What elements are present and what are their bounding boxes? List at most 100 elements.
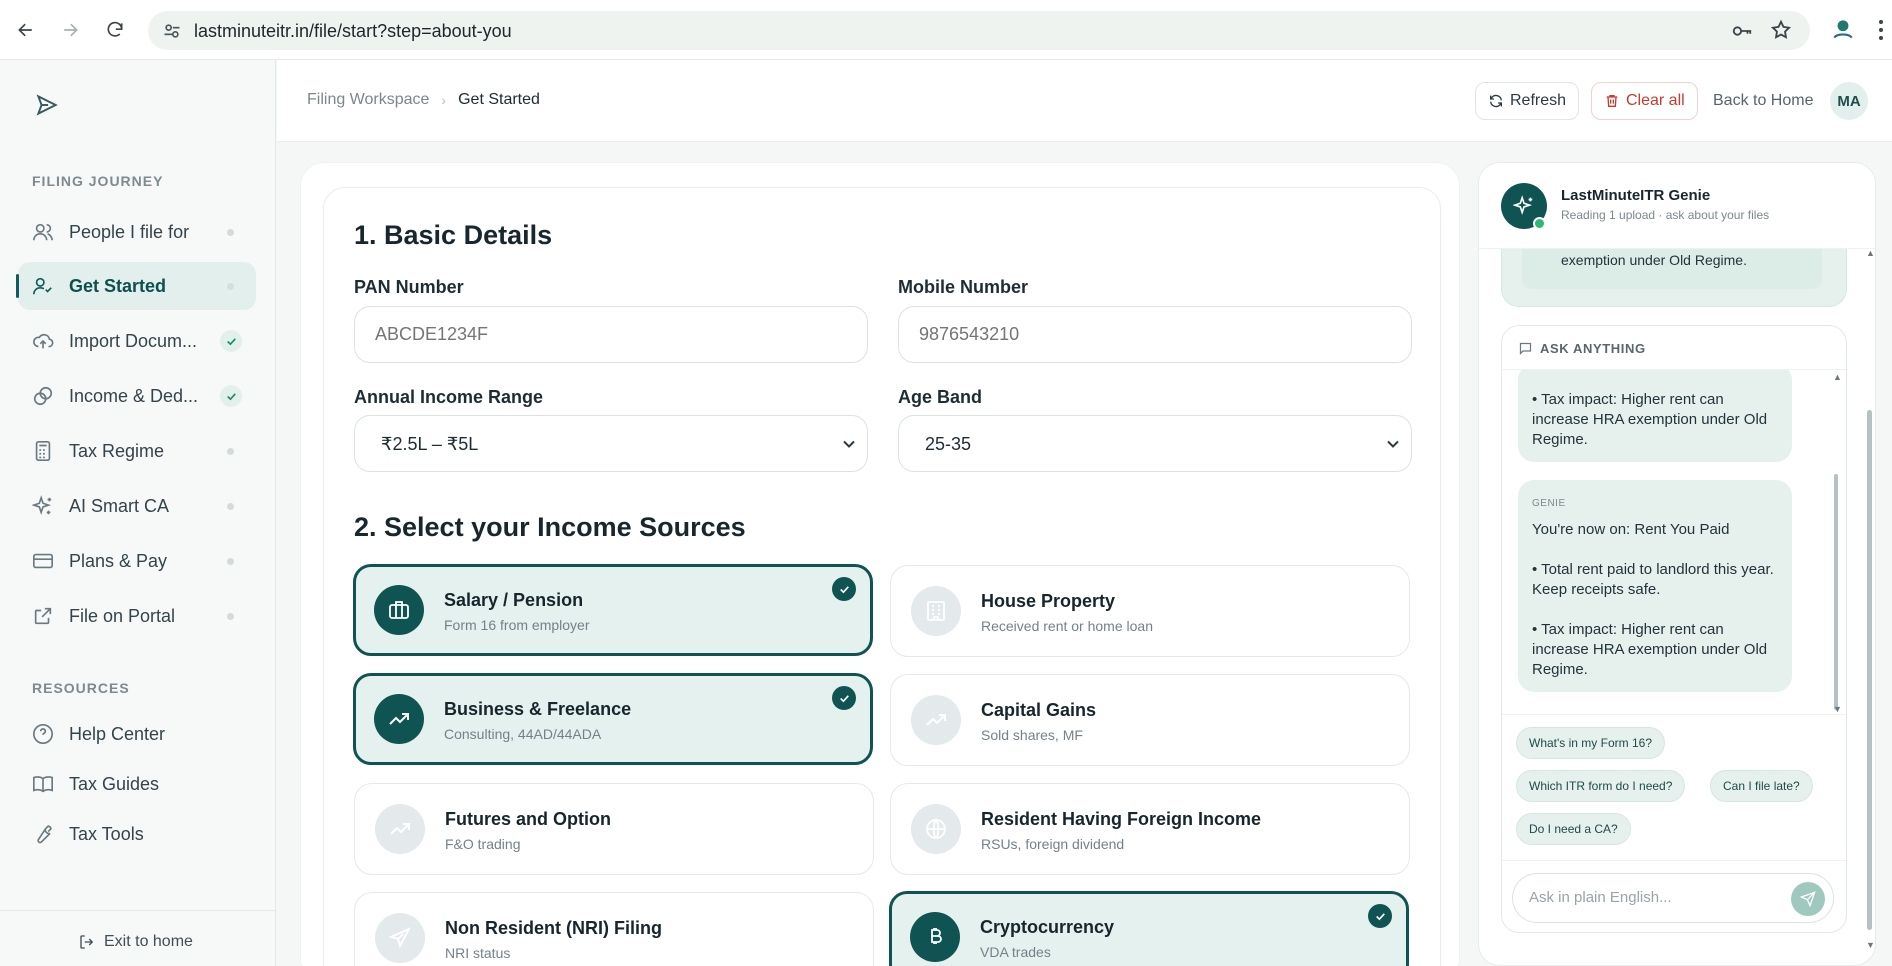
pan-input[interactable]	[354, 306, 868, 363]
sidebar-item-get-started[interactable]: Get Started	[16, 262, 256, 310]
source-title: Salary / Pension	[444, 590, 584, 610]
genie-status: Reading 1 upload · ask about your files	[1561, 208, 1770, 222]
key-icon[interactable]	[1730, 20, 1754, 42]
source-title: House Property	[981, 591, 1116, 611]
age-band-select[interactable]: 25-35	[898, 415, 1412, 472]
scroll-down-icon[interactable]: ▼	[1866, 940, 1875, 950]
message-list[interactable]: • Tax impact: Higher rent can increase H…	[1502, 370, 1846, 714]
sidebar-item-label: Import Docum...	[69, 331, 198, 351]
help-icon	[33, 724, 53, 744]
message-text: • Tax impact: Higher rent can increase H…	[1532, 391, 1768, 448]
message-text: • Tax impact: Higher rent can increase H…	[1532, 621, 1768, 678]
reload-icon[interactable]	[99, 14, 131, 46]
source-card-house-property[interactable]: House Property Received rent or home loa…	[890, 565, 1410, 657]
plane-icon	[375, 913, 425, 963]
source-subtitle: VDA trades	[980, 944, 1051, 960]
back-icon[interactable]	[10, 14, 42, 46]
sidebar-item-label: Get Started	[69, 276, 167, 296]
check-icon	[1368, 904, 1392, 928]
chevron-right-icon: ›	[441, 92, 447, 108]
back-to-home-link[interactable]: Back to Home	[1713, 92, 1813, 110]
source-subtitle: Form 16 from employer	[444, 617, 590, 633]
source-title: Capital Gains	[981, 700, 1097, 720]
genie-name: LastMinuteITR Genie	[1561, 187, 1711, 204]
address-bar[interactable]: lastminuteitr.in/file/start?step=about-y…	[148, 11, 1810, 50]
url-text[interactable]: lastminuteitr.in/file/start?step=about-y…	[194, 21, 512, 42]
source-card-foreign-income[interactable]: Resident Having Foreign Income RSUs, for…	[890, 783, 1410, 875]
suggestion-chip-file-late[interactable]: Can I file late?	[1710, 770, 1813, 802]
mobile-input[interactable]	[898, 306, 1412, 363]
scrollbar-thumb[interactable]	[1867, 410, 1872, 930]
income-range-select[interactable]: ₹2.5L – ₹5L	[354, 415, 868, 472]
chat-input[interactable]: Ask in plain English...	[1512, 873, 1834, 923]
briefcase-icon	[374, 585, 424, 635]
filing-journey-label: FILING JOURNEY	[32, 173, 164, 189]
refresh-button[interactable]: Refresh	[1475, 82, 1580, 120]
genie-panel-scrollbar[interactable]: ▲ ▼	[1866, 240, 1875, 966]
sidebar-item-ai-smart-ca[interactable]: AI Smart CA	[18, 482, 256, 530]
star-icon[interactable]	[1770, 19, 1792, 41]
source-card-salary[interactable]: Salary / Pension Form 16 from employer	[353, 564, 873, 656]
more-icon[interactable]	[1876, 18, 1886, 42]
scroll-up-icon[interactable]: ▲	[1833, 372, 1842, 382]
avatar[interactable]: MA	[1830, 82, 1868, 120]
source-card-cryptocurrency[interactable]: Cryptocurrency VDA trades	[889, 891, 1409, 966]
sidebar-item-tax-regime[interactable]: Tax Regime	[18, 427, 256, 475]
source-card-nri-filing[interactable]: Non Resident (NRI) Filing NRI status	[354, 892, 874, 966]
scrollbar-thumb[interactable]	[1834, 474, 1838, 710]
site-settings-icon[interactable]	[162, 21, 182, 41]
age-band-label: Age Band	[898, 387, 983, 407]
scroll-down-icon[interactable]: ▼	[1833, 704, 1842, 714]
sidebar-item-label: Tax Regime	[69, 441, 165, 461]
suggestion-chip-need-ca[interactable]: Do I need a CA?	[1516, 813, 1631, 845]
trending-up-icon	[374, 694, 424, 744]
resources-label: RESOURCES	[32, 680, 130, 696]
globe-icon	[911, 804, 961, 854]
chat-composer: Ask in plain English...	[1502, 860, 1846, 932]
trending-up-icon	[375, 804, 425, 854]
sidebar-item-tax-guides[interactable]: Tax Guides	[18, 764, 256, 804]
extension-icon[interactable]	[1830, 16, 1856, 42]
previous-message-text: exemption under Old Regime.	[1561, 252, 1747, 268]
sparkles-icon	[1513, 195, 1533, 216]
genie-header: LastMinuteITR Genie Reading 1 upload · a…	[1479, 163, 1875, 249]
send-button[interactable]	[1791, 882, 1825, 916]
sidebar-item-label: Income & Ded...	[69, 386, 199, 406]
section-basic-details-title: 1. Basic Details	[354, 220, 553, 250]
breadcrumb-filing-workspace[interactable]: Filing Workspace	[307, 91, 429, 109]
message-scrollbar[interactable]: ▲ ▼	[1833, 370, 1842, 714]
sidebar-item-file-on-portal[interactable]: File on Portal	[18, 592, 256, 640]
source-card-futures-options[interactable]: Futures and Option F&O trading	[354, 783, 874, 875]
source-title: Cryptocurrency	[980, 917, 1115, 937]
sidebar-item-people[interactable]: People I file for	[18, 208, 256, 256]
sidebar-item-label: AI Smart CA	[69, 496, 170, 516]
suggestion-chip-itr-form[interactable]: Which ITR form do I need?	[1516, 770, 1686, 802]
logo-icon[interactable]	[34, 92, 60, 118]
coins-icon	[33, 386, 53, 406]
exit-to-home-link[interactable]: Exit to home	[78, 933, 193, 951]
wrench-icon	[37, 825, 52, 844]
suggestion-chip-form16[interactable]: What's in my Form 16?	[1516, 727, 1665, 759]
source-card-capital-gains[interactable]: Capital Gains Sold shares, MF	[890, 674, 1410, 766]
source-subtitle: Received rent or home loan	[981, 618, 1153, 634]
clear-all-button[interactable]: Clear all	[1591, 82, 1698, 120]
sidebar-item-label: Tax Guides	[69, 774, 160, 794]
source-title: Resident Having Foreign Income	[981, 809, 1262, 829]
sidebar-item-plans-pay[interactable]: Plans & Pay	[18, 537, 256, 585]
check-icon	[832, 577, 856, 601]
source-card-business-freelance[interactable]: Business & Freelance Consulting, 44AD/44…	[353, 673, 873, 765]
sidebar-item-help-center[interactable]: Help Center	[18, 714, 256, 754]
sidebar-item-tax-tools[interactable]: Tax Tools	[18, 814, 256, 854]
check-icon	[220, 385, 242, 407]
sidebar-item-income-deductions[interactable]: Income & Ded...	[18, 372, 256, 420]
sidebar: FILING JOURNEY People I file for Get Sta…	[0, 60, 276, 966]
income-range-label: Annual Income Range	[354, 387, 544, 407]
forward-icon[interactable]	[54, 14, 86, 46]
active-dot	[227, 283, 234, 290]
sidebar-item-import-documents[interactable]: Import Docum...	[18, 317, 256, 365]
book-icon	[33, 776, 53, 793]
source-title: Futures and Option	[445, 809, 611, 829]
calculator-icon	[35, 441, 51, 461]
scroll-up-icon[interactable]: ▲	[1866, 248, 1875, 258]
chat-icon	[1519, 342, 1532, 356]
